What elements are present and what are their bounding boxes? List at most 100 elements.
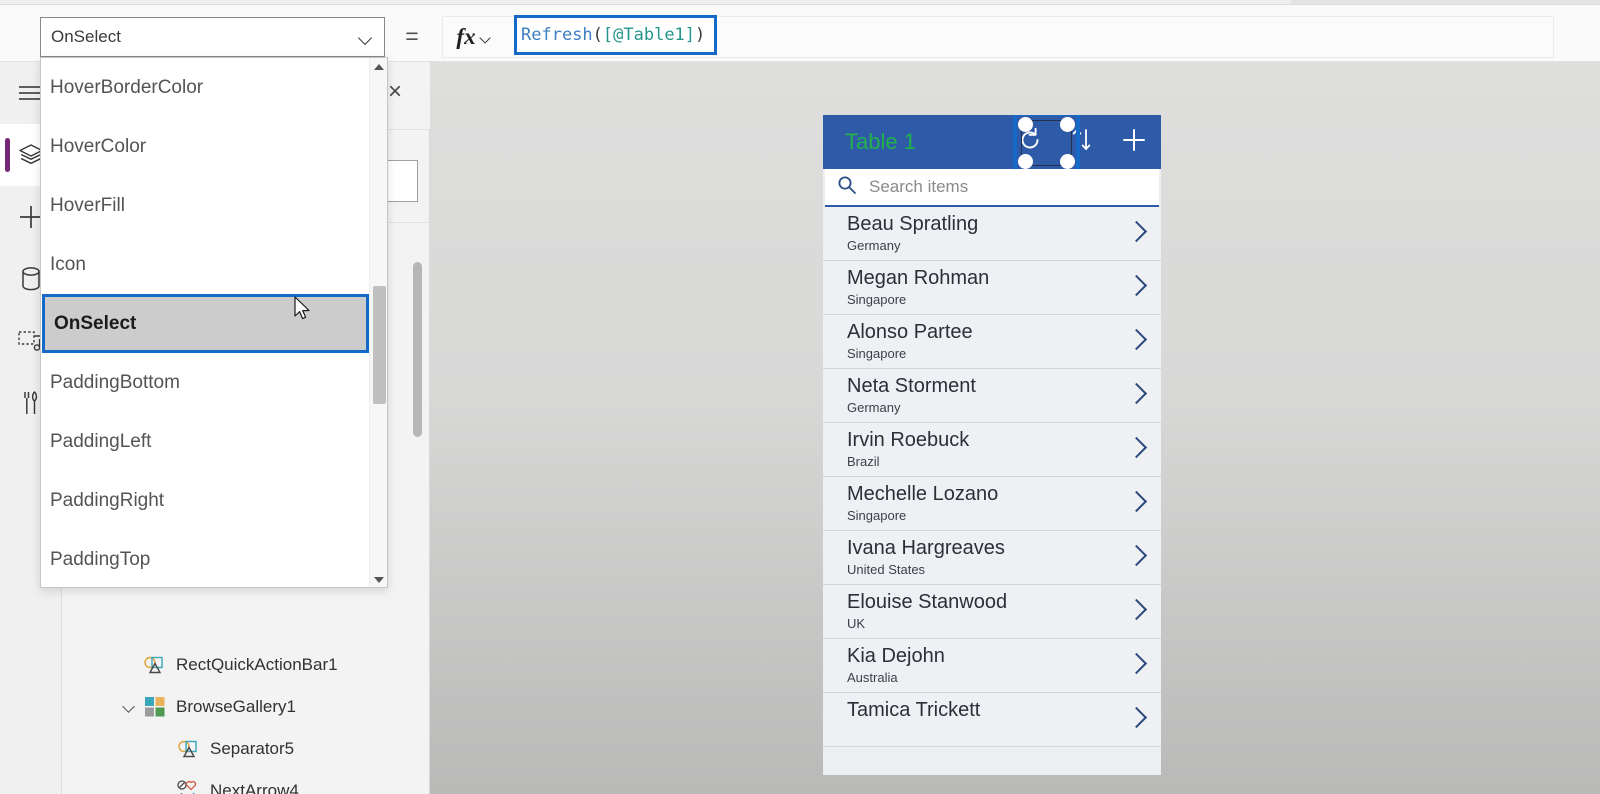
chevron-right-icon[interactable] bbox=[1129, 436, 1143, 460]
gallery-row[interactable]: Alonso Partee Singapore bbox=[823, 315, 1161, 369]
property-select-value: OnSelect bbox=[51, 27, 121, 46]
formula-token-function: Refresh bbox=[521, 25, 593, 45]
resize-handle-bottom-right[interactable] bbox=[1060, 154, 1075, 169]
icon-control-icon bbox=[174, 779, 204, 794]
gallery-row-name: Megan Rohman bbox=[847, 267, 990, 289]
dropdown-item-icon[interactable]: Icon bbox=[41, 235, 371, 294]
gallery-row-country: Germany bbox=[847, 238, 901, 253]
gallery-row[interactable]: Mechelle Lozano Singapore bbox=[823, 477, 1161, 531]
chevron-right-icon[interactable] bbox=[1129, 490, 1143, 514]
formula-input[interactable]: Refresh([@Table1]) bbox=[514, 15, 717, 55]
shape-icon bbox=[174, 737, 204, 761]
chevron-down-icon[interactable] bbox=[118, 702, 140, 713]
gallery-search-box[interactable]: Search items bbox=[825, 169, 1159, 207]
tree-item-rectquickactionbar1[interactable]: RectQuickActionBar1 bbox=[62, 644, 430, 686]
tree-item-label: NextArrow4 bbox=[210, 781, 299, 794]
chevron-right-icon[interactable] bbox=[1129, 220, 1143, 244]
gallery-icon bbox=[140, 695, 170, 719]
chevron-down-icon bbox=[481, 32, 492, 43]
equals-sign: = bbox=[405, 23, 419, 49]
tree-item-label: RectQuickActionBar1 bbox=[176, 655, 338, 674]
gallery-row-name: Tamica Trickett bbox=[847, 699, 981, 721]
gallery-row-country: Australia bbox=[847, 670, 898, 685]
gallery-row-name: Ivana Hargreaves bbox=[847, 537, 1005, 559]
gallery-row-name: Irvin Roebuck bbox=[847, 429, 970, 451]
app-root: OnSelect = fx Refresh([@Table1]) × RectQ… bbox=[0, 0, 1600, 794]
chevron-right-icon[interactable] bbox=[1129, 544, 1143, 568]
dropdown-item-paddingright[interactable]: PaddingRight bbox=[41, 471, 371, 530]
gallery-row-country: Singapore bbox=[847, 292, 907, 307]
gallery-row[interactable]: Elouise Stanwood UK bbox=[823, 585, 1161, 639]
property-select[interactable]: OnSelect bbox=[40, 17, 385, 57]
dropdown-item-hoverfill[interactable]: HoverFill bbox=[41, 176, 371, 235]
gallery-row-name: Mechelle Lozano bbox=[847, 483, 999, 505]
chevron-right-icon[interactable] bbox=[1129, 382, 1143, 406]
gallery-list: Beau Spratling Germany Megan Rohman Sing… bbox=[823, 207, 1161, 747]
gallery-row-name: Neta Storment bbox=[847, 375, 976, 397]
selection-box[interactable] bbox=[1013, 115, 1080, 174]
gallery-row-country: United States bbox=[847, 562, 926, 577]
app-title: Table 1 bbox=[845, 129, 916, 154]
triangle-down-icon[interactable] bbox=[370, 571, 387, 587]
top-strip-left bbox=[0, 0, 1290, 4]
chevron-right-icon[interactable] bbox=[1129, 598, 1143, 622]
chevron-right-icon[interactable] bbox=[1129, 706, 1143, 730]
shape-icon bbox=[140, 653, 170, 677]
dropdown-item-hovercolor[interactable]: HoverColor bbox=[41, 117, 371, 176]
gallery-row[interactable]: Beau Spratling Germany bbox=[823, 207, 1161, 261]
add-button[interactable] bbox=[1117, 125, 1151, 159]
top-strip-right bbox=[1292, 0, 1600, 4]
plus-icon bbox=[1120, 126, 1148, 159]
app-header: Table 1 bbox=[823, 115, 1161, 174]
formula-token-table-ref: [@Table1] bbox=[602, 25, 696, 45]
chevron-right-icon[interactable] bbox=[1129, 652, 1143, 676]
dropdown-item-onselect[interactable]: OnSelect bbox=[42, 294, 369, 353]
gallery-row-name: Beau Spratling bbox=[847, 213, 979, 235]
dropdown-item-hoverbordercolor[interactable]: HoverBorderColor bbox=[41, 58, 371, 117]
dropdown-item-paddingleft[interactable]: PaddingLeft bbox=[41, 412, 371, 471]
fx-button[interactable]: fx bbox=[443, 17, 505, 57]
panel-scrollbar-thumb[interactable] bbox=[413, 262, 422, 437]
gallery-row[interactable]: Megan Rohman Singapore bbox=[823, 261, 1161, 315]
gallery-row-name: Kia Dejohn bbox=[847, 645, 945, 667]
database-icon bbox=[20, 266, 42, 292]
gallery-row-country: UK bbox=[847, 616, 866, 631]
gallery-row[interactable]: Kia Dejohn Australia bbox=[823, 639, 1161, 693]
chevron-right-icon[interactable] bbox=[1129, 274, 1143, 298]
dropdown-item-paddingtop[interactable]: PaddingTop bbox=[41, 530, 371, 587]
tree-item-label: BrowseGallery1 bbox=[176, 697, 296, 716]
chevron-right-icon[interactable] bbox=[1129, 328, 1143, 352]
tree-item-separator5[interactable]: Separator5 bbox=[62, 728, 430, 770]
resize-handle-bottom-left[interactable] bbox=[1018, 154, 1033, 169]
tree-view-list: RectQuickActionBar1 BrowseGallery1 Separ… bbox=[62, 644, 430, 794]
resize-handle-top-left[interactable] bbox=[1018, 117, 1033, 132]
chevron-down-icon bbox=[358, 29, 374, 45]
gallery-row[interactable]: Neta Storment Germany bbox=[823, 369, 1161, 423]
gallery-row[interactable]: Irvin Roebuck Brazil bbox=[823, 423, 1161, 477]
dropdown-item-paddingbottom[interactable]: PaddingBottom bbox=[41, 353, 371, 412]
tree-item-nextarrow4[interactable]: NextArrow4 bbox=[62, 770, 430, 794]
gallery-row[interactable]: Ivana Hargreaves United States bbox=[823, 531, 1161, 585]
triangle-up-icon[interactable] bbox=[370, 58, 387, 76]
search-icon bbox=[837, 175, 857, 200]
property-dropdown-list: HoverBorderColor HoverColor HoverFill Ic… bbox=[40, 57, 388, 588]
gallery-search-placeholder: Search items bbox=[869, 177, 969, 196]
formula-token-close-paren: ) bbox=[695, 25, 706, 45]
gallery-row-country: Brazil bbox=[847, 454, 880, 469]
gallery-row-name: Elouise Stanwood bbox=[847, 591, 1008, 613]
gallery-row-name: Alonso Partee bbox=[847, 321, 973, 343]
gallery-row-country: Singapore bbox=[847, 508, 907, 523]
gallery-row[interactable]: Tamica Trickett bbox=[823, 693, 1161, 747]
resize-handle-top-right[interactable] bbox=[1060, 117, 1075, 132]
tree-item-label: Separator5 bbox=[210, 739, 295, 758]
gallery-row-country: Germany bbox=[847, 400, 901, 415]
tree-item-browsegallery1[interactable]: BrowseGallery1 bbox=[62, 686, 430, 728]
formula-token-open-paren: ( bbox=[592, 25, 603, 45]
canvas: Table 1 Search items Beau Spratling Germ… bbox=[430, 62, 1600, 794]
gallery-row-country: Singapore bbox=[847, 346, 907, 361]
dropdown-scrollbar-thumb[interactable] bbox=[373, 286, 386, 404]
formula-bar: OnSelect = fx Refresh([@Table1]) bbox=[0, 5, 1600, 62]
dropdown-items: HoverBorderColor HoverColor HoverFill Ic… bbox=[41, 58, 371, 587]
fx-icon: fx bbox=[456, 24, 476, 49]
dropdown-scrollbar[interactable] bbox=[369, 58, 387, 587]
